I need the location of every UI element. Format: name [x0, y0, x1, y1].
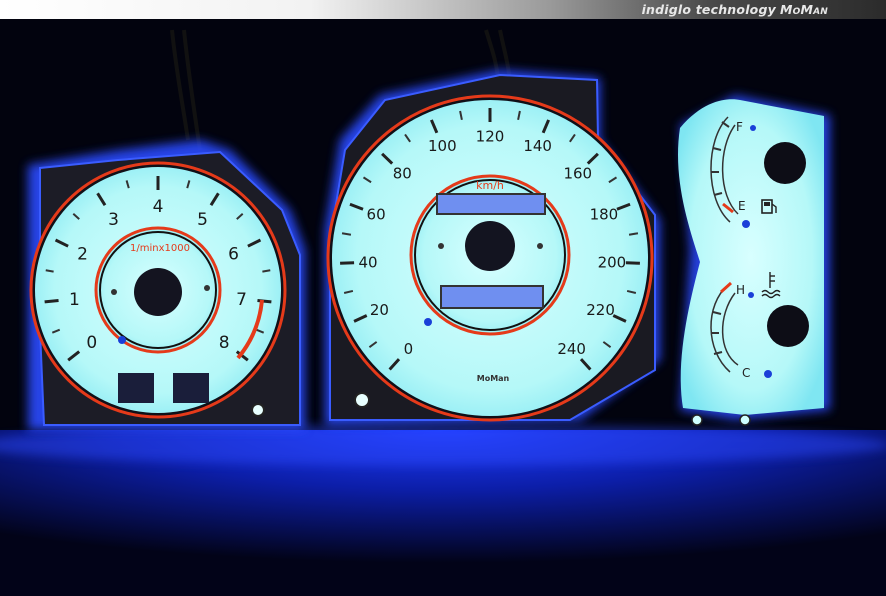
speedometer-scale-label: 60	[367, 206, 386, 224]
tachometer-scale-label: 2	[77, 244, 88, 264]
speedometer-unit-label: km/h	[476, 179, 504, 192]
speedometer-scale-label: 180	[590, 206, 619, 224]
speedometer-scale-label: 20	[370, 301, 389, 319]
tachometer-hub	[134, 268, 182, 316]
tachometer-scale-label: 0	[86, 333, 97, 353]
speedometer-scale-label: 40	[359, 254, 378, 272]
fuel-gauge-dot	[750, 125, 756, 131]
speedometer-scale-label: 120	[476, 127, 505, 145]
tachometer-warning-window	[118, 373, 154, 403]
speedometer-scale-label: 80	[393, 165, 412, 183]
tachometer-scale-label: 1	[69, 290, 80, 310]
speedometer-brand: MoMan	[477, 374, 510, 383]
speedometer-screw	[438, 243, 444, 249]
tachometer-scale-label: 7	[236, 290, 247, 310]
dial-minor-tick	[262, 269, 271, 273]
speedometer-scale-label: 220	[586, 301, 615, 319]
tachometer-indicator-dot	[118, 336, 126, 344]
fuel-temp-plate	[678, 99, 824, 416]
speedometer-scale-label: 240	[557, 340, 586, 358]
fuel-full-label: F	[736, 120, 743, 134]
temp-gauge-pivot-hole	[767, 305, 809, 347]
dial-major-tick	[257, 298, 272, 304]
temp-gauge-dot	[764, 370, 772, 378]
temp-hot-label: H	[736, 283, 745, 297]
fuel-temp-cluster: F E H C	[678, 95, 830, 426]
speedometer-trip-window	[440, 285, 544, 309]
tachometer-scale-label: 6	[228, 244, 239, 264]
tachometer-scale-label: 3	[108, 210, 119, 230]
fuel-temp-mount-hole	[691, 414, 703, 426]
floor-highlight	[0, 425, 886, 465]
dial-minor-tick	[45, 269, 54, 273]
tachometer-reset-knob	[251, 403, 265, 417]
speedometer-scale-label: 100	[428, 137, 457, 155]
speedometer-odometer-window	[436, 193, 546, 215]
tachometer-scale-label: 5	[197, 210, 208, 230]
fuel-empty-label: E	[738, 199, 746, 213]
tachometer: 0 1 23 4 56 7 8 1/minx1000	[28, 140, 305, 430]
tachometer-warning-window	[173, 373, 209, 403]
tachometer-scale-label: 8	[219, 333, 230, 353]
fuel-temp-mount-hole	[739, 414, 751, 426]
tachometer-screw	[111, 289, 117, 295]
fuel-gauge-dot	[742, 220, 750, 228]
tachometer-unit-label: 1/minx1000	[130, 243, 190, 254]
speedometer-screw	[537, 243, 543, 249]
speedometer-hub	[465, 221, 515, 271]
temp-cold-label: C	[742, 366, 750, 380]
tachometer-scale-label: 4	[153, 197, 164, 217]
speedometer-scale-label: 160	[563, 165, 592, 183]
tachometer-screw	[204, 285, 210, 291]
instrument-cluster-scene: 0 1 23 4 56 7 8 1/minx1000 0 20 40 60 80 100 120 140 1…	[0, 19, 886, 596]
speedometer-indicator-dot	[424, 318, 432, 326]
speedometer-scale-label: 140	[523, 137, 552, 155]
speedometer-scale-label: 200	[598, 254, 627, 272]
temp-gauge-dot	[748, 292, 754, 298]
dial-major-tick	[44, 298, 59, 304]
speedometer-reset-knob	[354, 392, 370, 408]
speedometer-scale-label: 0	[404, 340, 414, 358]
fuel-gauge-pivot-hole	[764, 142, 806, 184]
